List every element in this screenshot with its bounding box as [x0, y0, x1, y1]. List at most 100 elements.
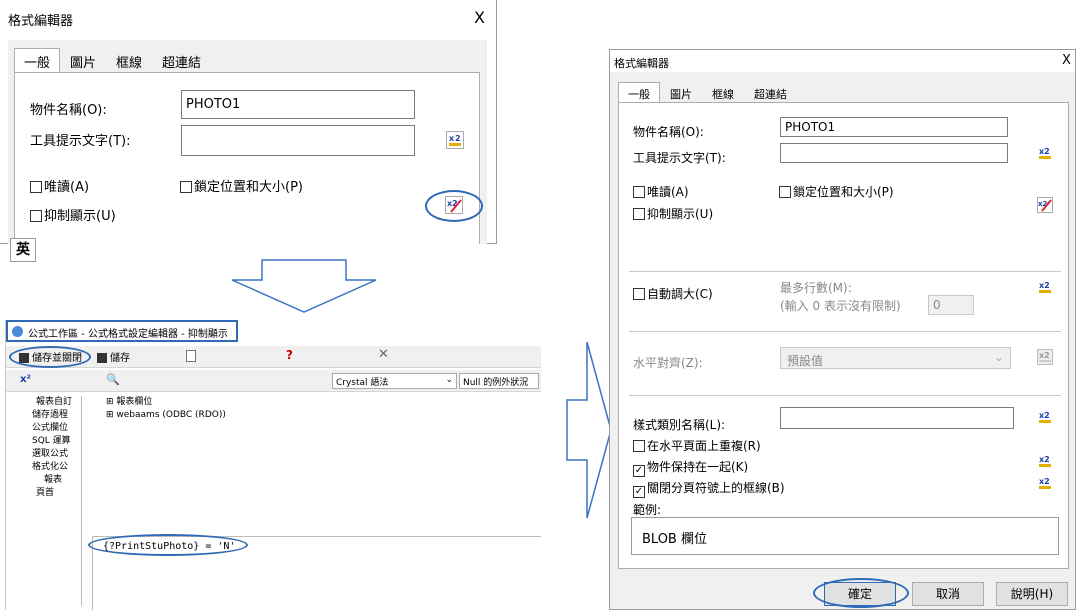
help-button[interactable]: 說明(H): [996, 582, 1068, 606]
svg-text:x2: x2: [1039, 281, 1050, 290]
right-format-editor-dialog: 格式編輯器 X 一般 圖片 框線 超連結 物件名稱(O): PHOTO1 工具提…: [609, 49, 1076, 610]
style-formula-button[interactable]: x2: [1037, 409, 1053, 429]
help-icon[interactable]: ?: [286, 348, 293, 362]
repeat-label: 在水平頁面上重複(R): [647, 439, 761, 453]
style-name-input[interactable]: [780, 407, 1014, 429]
left-tab-border[interactable]: 框線: [106, 48, 152, 75]
h-align-formula-button[interactable]: x2: [1037, 349, 1053, 369]
field-tree-label: 報表欄位: [116, 397, 153, 407]
right-autogrow-checkbox[interactable]: 自動調大(C): [633, 285, 713, 302]
tree-item[interactable]: 選取公式: [14, 448, 81, 461]
toolbar-row-2: x² 🔍 Crystal 語法 ⌄ Null 的例外狀況: [6, 370, 541, 392]
close-formula-icon[interactable]: ✕: [378, 347, 389, 362]
formula-x2-icon: x2: [1039, 477, 1051, 489]
keep-together-checkbox[interactable]: ✓ 物件保持在一起(K): [633, 458, 748, 477]
svg-text:x2: x2: [1039, 147, 1050, 156]
left-tooltip-formula-button[interactable]: x2: [446, 131, 464, 153]
tree-item[interactable]: 報表: [14, 474, 81, 487]
left-dialog-close-button[interactable]: X: [474, 8, 485, 27]
ok-ellipse: [813, 578, 909, 608]
svg-text:x2: x2: [1039, 411, 1050, 420]
close-border-checkbox[interactable]: ✓ 關閉分頁符號上的框線(B): [633, 479, 785, 498]
right-lock-checkbox[interactable]: 鎖定位置和大小(P): [779, 183, 894, 200]
right-dialog-close-button[interactable]: X: [1062, 53, 1071, 68]
syntax-select[interactable]: Crystal 語法 ⌄: [332, 373, 457, 389]
formula-x2-icon: x2: [1039, 147, 1051, 159]
left-readonly-checkbox[interactable]: 唯讀(A): [30, 176, 89, 195]
formula-x2-icon[interactable]: x²: [20, 374, 31, 385]
svg-text:x2: x2: [1039, 477, 1050, 486]
checkbox-box[interactable]: [180, 181, 192, 193]
checkbox-box[interactable]: [633, 440, 645, 452]
ime-indicator: 英: [10, 238, 36, 262]
field-tree-label: webaams (ODBC (RDO)): [116, 410, 226, 420]
h-align-value: 預設值: [787, 354, 824, 368]
left-tooltip-label: 工具提示文字(T):: [30, 134, 131, 149]
sample-box: BLOB 欄位: [631, 517, 1059, 555]
checkbox-box[interactable]: [30, 181, 42, 193]
left-lock-checkbox[interactable]: 鎖定位置和大小(P): [180, 176, 303, 195]
left-tooltip-input[interactable]: [181, 125, 415, 156]
right-dialog-title: 格式編輯器: [614, 57, 669, 70]
max-lines-label: 最多行數(M):: [780, 281, 852, 295]
formula-x2-icon: x2: [1039, 455, 1051, 467]
tree-item[interactable]: SQL 運算: [14, 435, 81, 448]
checkbox-checked[interactable]: ✓: [633, 465, 645, 477]
checkbox-box[interactable]: [779, 186, 791, 198]
tree-item[interactable]: 頁首: [14, 487, 81, 500]
h-align-select[interactable]: 預設值 ⌄: [780, 347, 1011, 369]
close-border-formula-button[interactable]: x2: [1037, 475, 1053, 495]
cancel-button[interactable]: 取消: [912, 582, 984, 606]
autogrow-formula-button[interactable]: x2: [1037, 279, 1053, 299]
keep-together-formula-button[interactable]: x2: [1037, 453, 1053, 473]
right-lock-label: 鎖定位置和大小(P): [793, 185, 894, 199]
right-tooltip-formula-button[interactable]: x2: [1037, 145, 1053, 165]
right-arrow-icon: [566, 341, 612, 519]
right-tooltip-input[interactable]: [780, 143, 1008, 163]
highlight-ellipse: [425, 190, 483, 222]
tree-item[interactable]: 格式化公: [14, 461, 81, 474]
field-tree-item[interactable]: ⊞ 報表欄位: [92, 396, 522, 409]
field-tree: ⊞ 報表欄位 ⊞ webaams (ODBC (RDO)): [92, 396, 522, 536]
checkbox-checked[interactable]: ✓: [633, 486, 645, 498]
left-tab-bar: 一般 圖片 框線 超連結: [14, 48, 211, 75]
right-readonly-checkbox[interactable]: 唯讀(A): [633, 183, 689, 200]
right-autogrow-label: 自動調大(C): [647, 287, 713, 301]
null-handling-select[interactable]: Null 的例外狀況: [459, 373, 539, 389]
right-suppress-formula-button[interactable]: x2: [1037, 197, 1053, 217]
tree-item[interactable]: 報表自訂: [14, 396, 81, 409]
checkbox-box[interactable]: [30, 210, 42, 222]
field-tree-item[interactable]: ⊞ webaams (ODBC (RDO)): [92, 409, 522, 422]
left-object-name-input[interactable]: PHOTO1: [181, 90, 415, 119]
separator: [629, 331, 1061, 332]
checkbox-box[interactable]: [633, 208, 645, 220]
checkbox-box[interactable]: [633, 186, 645, 198]
left-tab-hyperlink[interactable]: 超連結: [152, 48, 211, 75]
left-suppress-checkbox[interactable]: 抑制顯示(U): [30, 205, 116, 224]
h-align-label: 水平對齊(Z):: [633, 356, 703, 370]
right-suppress-checkbox[interactable]: 抑制顯示(U): [633, 205, 713, 222]
syntax-value: Crystal 語法: [336, 378, 389, 388]
crystal-app-icon: [12, 326, 23, 337]
right-object-name-input[interactable]: PHOTO1: [780, 117, 1008, 137]
find-icon[interactable]: 🔍: [106, 373, 120, 386]
tree-item[interactable]: 公式欄位: [14, 422, 81, 435]
max-lines-input[interactable]: 0: [928, 295, 974, 315]
left-tab-general[interactable]: 一般: [14, 48, 61, 75]
chevron-down-icon: ⌄: [993, 350, 1004, 364]
separator: [629, 395, 1061, 396]
checkbox-box[interactable]: [633, 288, 645, 300]
workspace-title-bar: 公式工作區 - 公式格式設定編輯器 - 抑制顯示: [6, 320, 238, 342]
formula-x2-icon: x2: [446, 131, 464, 149]
left-tab-picture[interactable]: 圖片: [60, 48, 106, 75]
new-icon[interactable]: [186, 350, 196, 362]
workspace-tree: 報表自訂 儲存過程 公式欄位 SQL 運算 選取公式 格式化公 報表 頁首: [14, 396, 82, 606]
svg-text:2: 2: [455, 134, 461, 143]
tree-item[interactable]: 儲存過程: [14, 409, 81, 422]
repeat-checkbox[interactable]: 在水平頁面上重複(R): [633, 437, 761, 454]
save-button[interactable]: 儲存: [94, 349, 130, 364]
svg-text:x2: x2: [1039, 455, 1050, 464]
separator: [629, 271, 1061, 272]
save-close-ellipse: [9, 346, 91, 368]
left-suppress-label: 抑制顯示(U): [44, 209, 116, 224]
